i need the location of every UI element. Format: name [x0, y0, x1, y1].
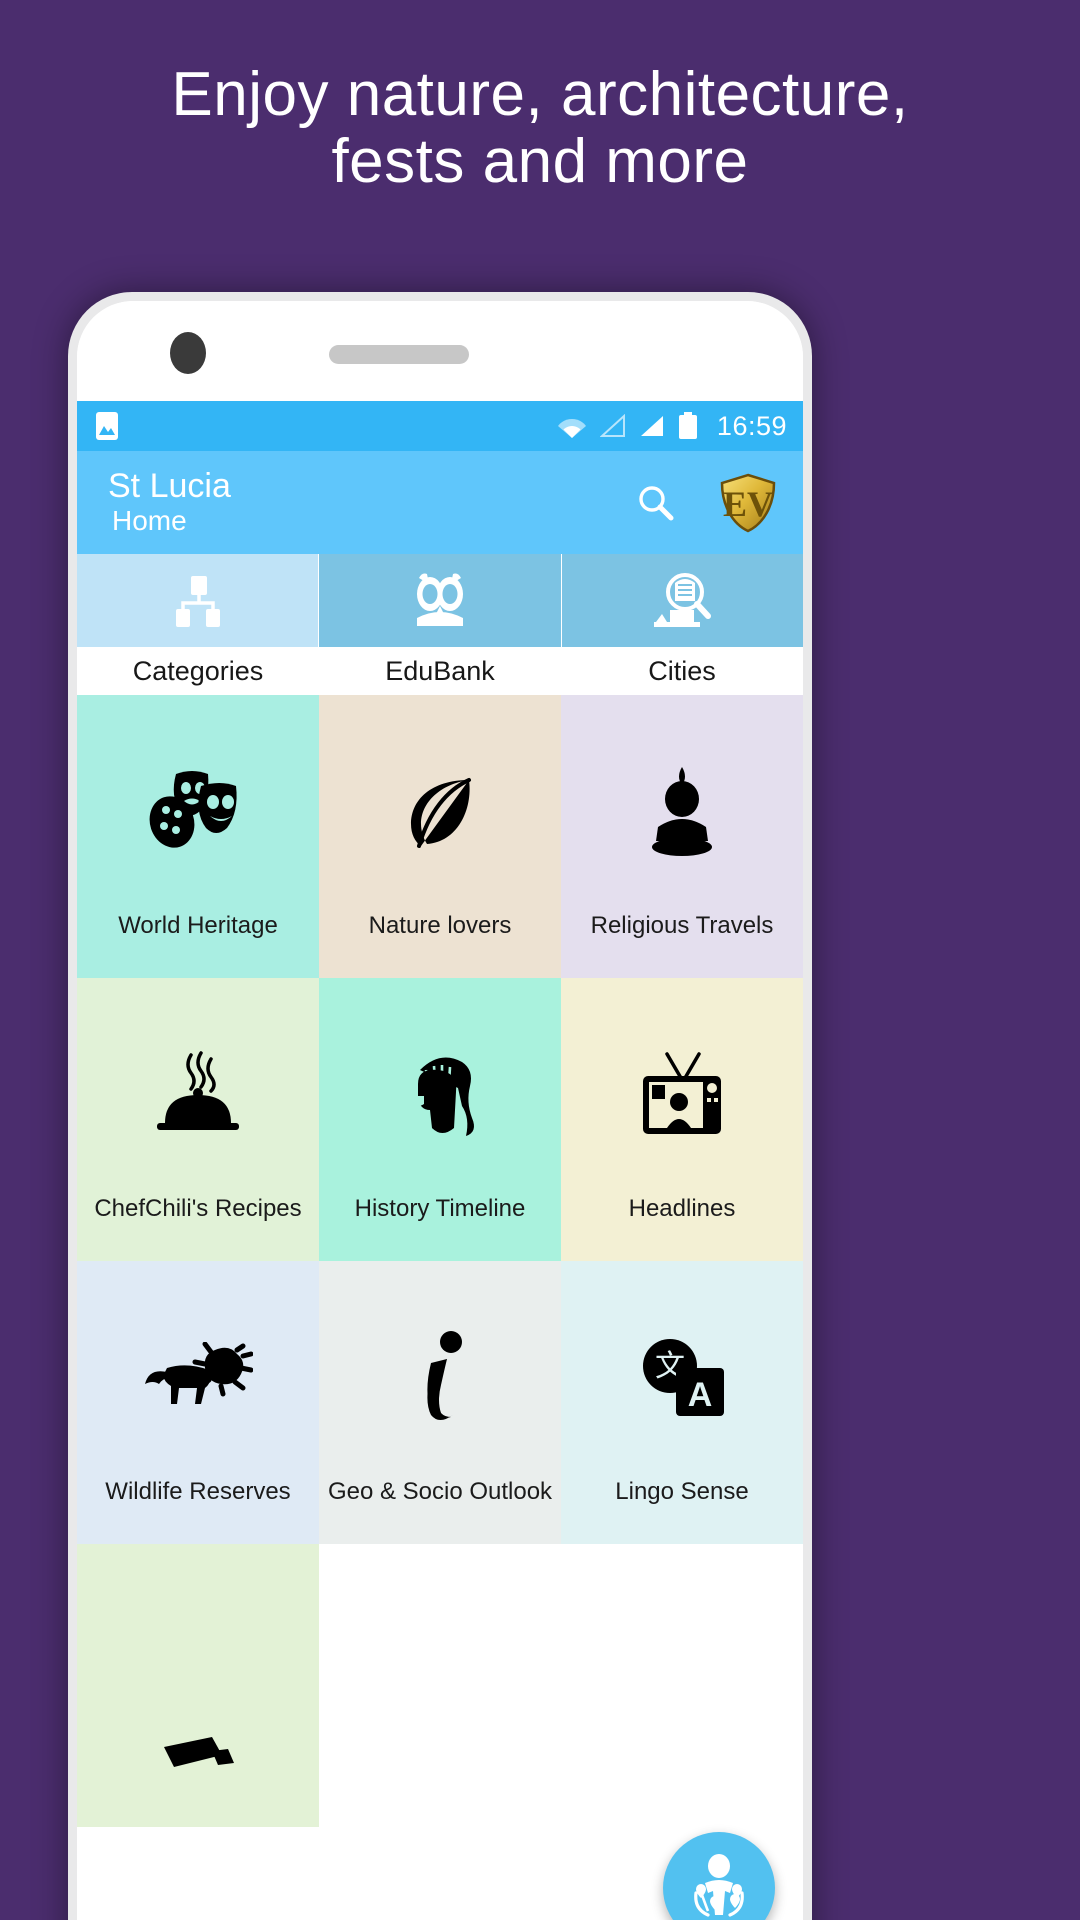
category-grid: World Heritage Nature lovers Religious T… — [77, 695, 803, 1827]
nearby-places-fab[interactable] — [663, 1832, 775, 1920]
book-icon — [77, 1544, 319, 1789]
svg-text:A: A — [688, 1376, 713, 1414]
owl-icon — [416, 573, 463, 626]
grid-item-headlines[interactable]: Headlines — [561, 978, 803, 1261]
food-cloche-icon — [77, 978, 319, 1195]
camera-dot-icon — [170, 332, 206, 374]
ev-shield-logo[interactable]: EV — [717, 472, 779, 534]
grid-item-nature-lovers[interactable]: Nature lovers — [319, 695, 561, 978]
grid-label: Headlines — [628, 1195, 736, 1222]
status-bar: 16:59 — [77, 401, 803, 451]
tab-label-categories[interactable]: Categories — [77, 647, 319, 695]
grid-item-chefchilis-recipes[interactable]: ChefChili's Recipes — [77, 978, 319, 1261]
grid-item-lingo-sense[interactable]: 文 A Lingo Sense — [561, 1261, 803, 1544]
status-bar-right: 16:59 — [557, 411, 787, 442]
grid-item-religious-travels[interactable]: Religious Travels — [561, 695, 803, 978]
promo-line-1: Enjoy nature, architecture, — [171, 60, 909, 129]
image-notification-icon — [96, 412, 118, 440]
tab-label-cities[interactable]: Cities — [561, 647, 803, 695]
phone-top-bezel — [77, 301, 803, 401]
tab-label-edubank[interactable]: EduBank — [319, 647, 561, 695]
grid-item-geo-socio-outlook[interactable]: Geo & Socio Outlook — [319, 1261, 561, 1544]
app-bar: St Lucia Home EV — [77, 451, 803, 554]
svg-text:EV: EV — [723, 484, 773, 524]
status-bar-left — [95, 411, 119, 441]
spartan-helmet-icon — [319, 978, 561, 1195]
city-search-icon — [654, 572, 712, 627]
promo-line-2: fests and more — [331, 126, 749, 196]
signal-full-icon — [640, 416, 663, 436]
app-bar-actions: EV — [635, 472, 779, 534]
tab-cities[interactable] — [560, 554, 803, 647]
app-bar-title: St Lucia — [108, 467, 231, 506]
phone-device-frame: 16:59 St Lucia Home EV Categories EduBan… — [68, 292, 812, 1920]
grid-label: World Heritage — [118, 912, 278, 939]
theater-masks-icon — [77, 695, 319, 912]
wifi-icon — [557, 419, 586, 438]
translate-icon: 文 A — [561, 1261, 803, 1478]
info-italic-icon — [319, 1261, 561, 1478]
television-icon — [561, 978, 803, 1195]
status-bar-time: 16:59 — [716, 410, 787, 441]
promo-headline: Enjoy nature, architecture, fests and mo… — [0, 60, 1080, 196]
app-bar-titles: St Lucia Home — [108, 469, 231, 535]
grid-item-empty-1 — [319, 1544, 561, 1827]
signal-empty-icon — [599, 414, 625, 437]
grid-label: ChefChili's Recipes — [94, 1195, 302, 1222]
tab-categories[interactable] — [77, 554, 319, 647]
grid-label: Nature lovers — [368, 912, 512, 939]
phone-screen-container: 16:59 St Lucia Home EV Categories EduBan… — [77, 301, 803, 1920]
grid-label: History Timeline — [354, 1195, 526, 1222]
tab-edubank[interactable] — [318, 554, 561, 647]
search-icon[interactable] — [635, 482, 677, 524]
hierarchy-icon — [175, 575, 220, 627]
earpiece-speaker-icon — [329, 345, 469, 364]
grid-label: Geo & Socio Outlook — [327, 1478, 553, 1505]
grid-item-wildlife-reserves[interactable]: Wildlife Reserves — [77, 1261, 319, 1544]
grid-item-empty-2 — [561, 1544, 803, 1827]
grid-item-world-heritage[interactable]: World Heritage — [77, 695, 319, 978]
buddha-icon — [561, 695, 803, 912]
battery-icon — [678, 412, 697, 439]
leaf-icon — [319, 695, 561, 912]
grid-item-history-timeline[interactable]: History Timeline — [319, 978, 561, 1261]
person-locations-icon — [694, 1854, 744, 1917]
app-bar-subtitle: Home — [112, 505, 187, 537]
grid-label: Wildlife Reserves — [105, 1478, 291, 1505]
lion-icon — [77, 1261, 319, 1478]
grid-item-partial-book[interactable] — [77, 1544, 319, 1827]
grid-label: Lingo Sense — [615, 1478, 749, 1505]
tab-bar-icons — [77, 554, 803, 647]
app-screen: 16:59 St Lucia Home EV Categories EduBan… — [77, 401, 803, 1920]
tab-bar-labels: Categories EduBank Cities — [77, 647, 803, 695]
grid-label: Religious Travels — [590, 912, 774, 939]
